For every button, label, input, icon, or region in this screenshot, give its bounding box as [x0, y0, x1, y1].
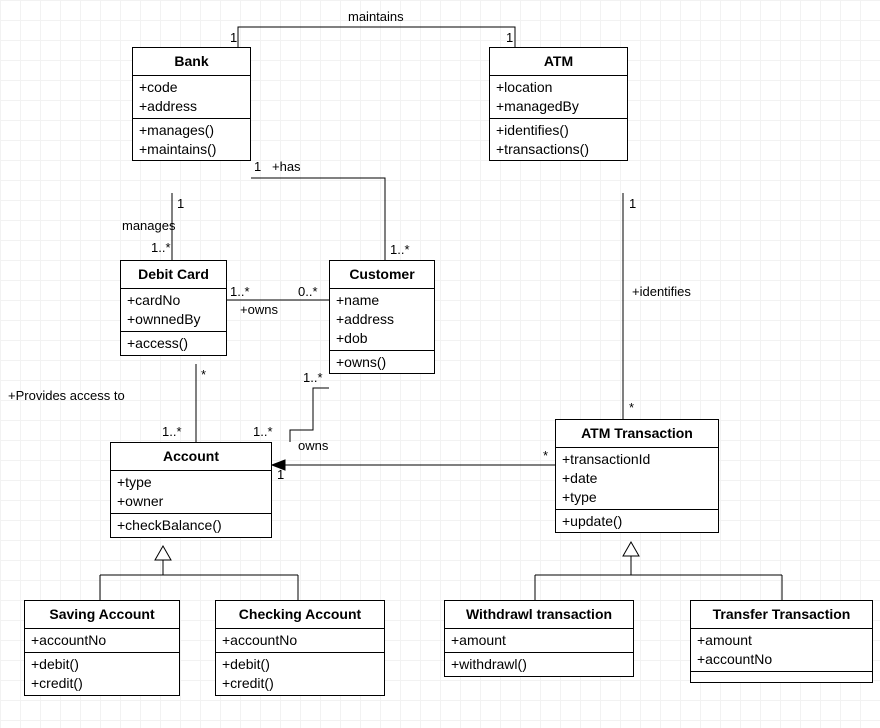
class-attributes: +accountNo — [25, 628, 179, 652]
class-name: Saving Account — [25, 601, 179, 628]
class-customer: Customer +name +address +dob +owns() — [329, 260, 435, 374]
class-methods: +withdrawl() — [445, 652, 633, 676]
class-withdrawl-transaction: Withdrawl transaction +amount +withdrawl… — [444, 600, 634, 677]
class-attributes: +amount — [445, 628, 633, 652]
class-attributes: +amount +accountNo — [691, 628, 872, 671]
class-name: ATM Transaction — [556, 420, 718, 447]
rel-label-provides: +Provides access to — [8, 388, 125, 403]
diagram-canvas: Bank +code +address +manages() +maintain… — [0, 0, 880, 728]
class-methods: +identifies() +transactions() — [490, 118, 627, 161]
class-methods: +access() — [121, 331, 226, 355]
class-atm-transaction: ATM Transaction +transactionId +date +ty… — [555, 419, 719, 533]
class-attributes: +cardNo +ownnedBy — [121, 288, 226, 331]
mult-bank-dc-bot: 1..* — [151, 240, 171, 255]
rel-label-has: +has — [272, 159, 301, 174]
class-name: Checking Account — [216, 601, 384, 628]
mult-dc-acc-top: * — [201, 367, 206, 382]
mult-bank-cust-bot: 1..* — [390, 242, 410, 257]
class-transfer-transaction: Transfer Transaction +amount +accountNo — [690, 600, 873, 683]
mult-cust-acc-bot: 1..* — [253, 424, 273, 439]
rel-label-manages: manages — [122, 218, 175, 233]
mult-dc-cust-right: 0..* — [298, 284, 318, 299]
mult-atm-tx-top: 1 — [629, 196, 636, 211]
class-name: Bank — [133, 48, 250, 75]
mult-bank-dc-top: 1 — [177, 196, 184, 211]
class-debit-card: Debit Card +cardNo +ownnedBy +access() — [120, 260, 227, 356]
class-name: ATM — [490, 48, 627, 75]
rel-label-maintains: maintains — [348, 9, 404, 24]
class-name: Debit Card — [121, 261, 226, 288]
rel-label-owns2: owns — [298, 438, 328, 453]
class-attributes: +location +managedBy — [490, 75, 627, 118]
class-attributes: +transactionId +date +type — [556, 447, 718, 509]
class-attributes: +code +address — [133, 75, 250, 118]
class-bank: Bank +code +address +manages() +maintain… — [132, 47, 251, 161]
mult-bank-atm-left: 1 — [230, 30, 237, 45]
class-saving-account: Saving Account +accountNo +debit() +cred… — [24, 600, 180, 696]
class-methods: +checkBalance() — [111, 513, 271, 537]
class-methods: +debit() +credit() — [25, 652, 179, 695]
class-name: Customer — [330, 261, 434, 288]
class-attributes: +name +address +dob — [330, 288, 434, 350]
class-methods — [691, 671, 872, 682]
class-attributes: +accountNo — [216, 628, 384, 652]
mult-tx-acc-right: * — [543, 448, 548, 463]
class-attributes: +type +owner — [111, 470, 271, 513]
class-checking-account: Checking Account +accountNo +debit() +cr… — [215, 600, 385, 696]
class-name: Withdrawl transaction — [445, 601, 633, 628]
class-methods: +debit() +credit() — [216, 652, 384, 695]
mult-atm-tx-bot: * — [629, 400, 634, 415]
mult-cust-acc-top: 1..* — [303, 370, 323, 385]
class-methods: +update() — [556, 509, 718, 533]
mult-dc-acc-bot: 1..* — [162, 424, 182, 439]
rel-label-owns1: +owns — [240, 302, 278, 317]
class-methods: +manages() +maintains() — [133, 118, 250, 161]
mult-tx-acc-left: 1 — [277, 467, 284, 482]
mult-dc-cust-left: 1..* — [230, 284, 250, 299]
mult-bank-atm-right: 1 — [506, 30, 513, 45]
class-methods: +owns() — [330, 350, 434, 374]
class-account: Account +type +owner +checkBalance() — [110, 442, 272, 538]
class-name: Account — [111, 443, 271, 470]
mult-bank-cust-left: 1 — [254, 159, 261, 174]
class-name: Transfer Transaction — [691, 601, 872, 628]
rel-label-identifies: +identifies — [632, 284, 691, 299]
class-atm: ATM +location +managedBy +identifies() +… — [489, 47, 628, 161]
